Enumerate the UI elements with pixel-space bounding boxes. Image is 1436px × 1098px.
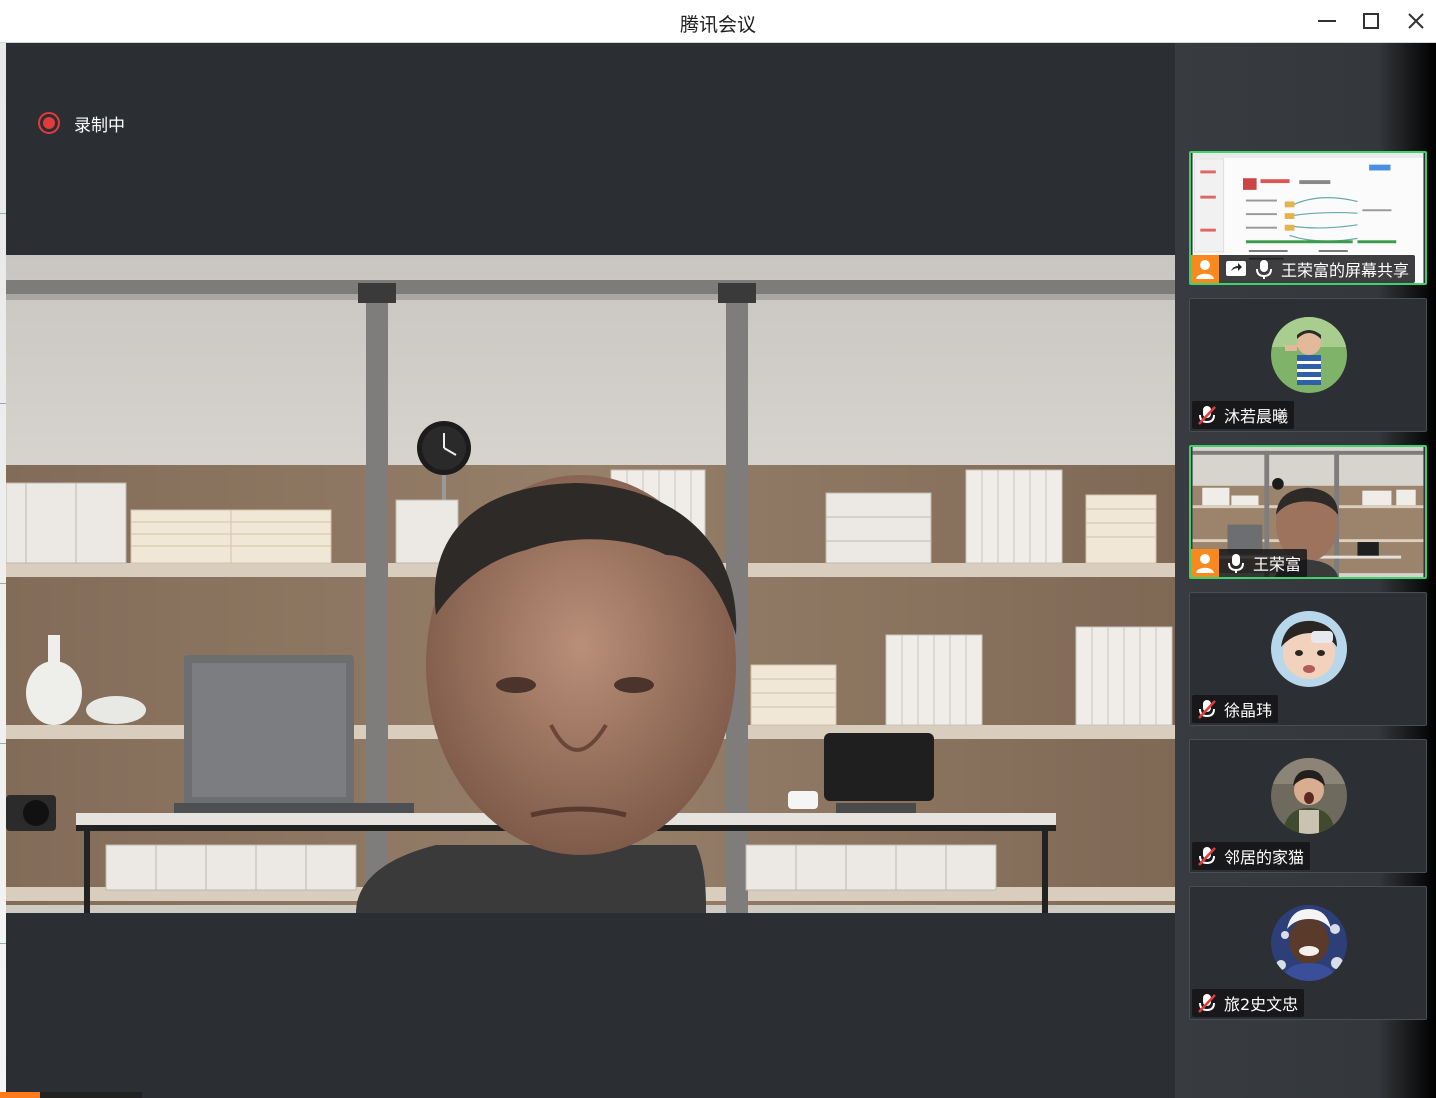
speaker-video-image xyxy=(6,255,1175,913)
recording-indicator[interactable]: 录制中 xyxy=(38,111,125,136)
participant-nameplate: 王荣富的屏幕共享 xyxy=(1191,255,1416,283)
meeting-window: 腾讯会议 录制中 王荣富的屏幕共享 沐若晨曦 王荣富 徐晶玮 邻居的家猫 旅2史… xyxy=(0,0,1436,1098)
participant-tile[interactable]: 徐晶玮 xyxy=(1189,592,1427,726)
participant-panel: 王荣富的屏幕共享 沐若晨曦 王荣富 徐晶玮 邻居的家猫 旅2史文忠 xyxy=(1175,43,1436,1098)
participant-name: 旅2史文忠 xyxy=(1224,995,1299,1014)
main-video[interactable] xyxy=(6,255,1175,913)
participant-tile[interactable]: 旅2史文忠 xyxy=(1189,886,1427,1020)
participant-name: 邻居的家猫 xyxy=(1224,848,1305,867)
minimize-icon xyxy=(1318,20,1336,22)
main-stage: 录制中 xyxy=(6,43,1175,1098)
record-dot-icon xyxy=(38,112,60,134)
avatar xyxy=(1271,611,1347,687)
participant-tile[interactable]: 沐若晨曦 xyxy=(1189,298,1427,432)
mic-muted-icon xyxy=(1198,406,1216,425)
title-bar: 腾讯会议 xyxy=(0,0,1436,43)
participant-name: 王荣富的屏幕共享 xyxy=(1281,261,1410,280)
close-button[interactable] xyxy=(1400,6,1432,36)
host-icon xyxy=(1191,549,1219,577)
mic-muted-icon xyxy=(1198,847,1216,866)
minimize-button[interactable] xyxy=(1311,6,1343,36)
avatar xyxy=(1271,758,1347,834)
participant-name: 沐若晨曦 xyxy=(1224,407,1289,426)
window-title: 腾讯会议 xyxy=(679,14,756,36)
participant-nameplate: 邻居的家猫 xyxy=(1192,842,1311,870)
avatar xyxy=(1271,905,1347,981)
avatar xyxy=(1271,317,1347,393)
participant-nameplate: 王荣富 xyxy=(1191,549,1308,577)
screen-share-icon xyxy=(1226,261,1246,276)
bottom-progress-bar xyxy=(0,1092,142,1098)
participant-tile-screen-share[interactable]: 王荣富的屏幕共享 xyxy=(1189,151,1427,285)
close-icon xyxy=(1408,13,1424,29)
host-icon xyxy=(1191,255,1219,283)
participant-name: 徐晶玮 xyxy=(1224,701,1273,720)
participant-tile[interactable]: 邻居的家猫 xyxy=(1189,739,1427,873)
mic-muted-icon xyxy=(1198,994,1216,1013)
microphone-icon xyxy=(1256,260,1272,279)
microphone-icon xyxy=(1228,554,1244,573)
participant-nameplate: 徐晶玮 xyxy=(1192,695,1279,723)
participant-name: 王荣富 xyxy=(1253,555,1302,574)
recording-label: 录制中 xyxy=(74,115,125,136)
participant-nameplate: 旅2史文忠 xyxy=(1192,989,1305,1017)
maximize-button[interactable] xyxy=(1355,6,1387,36)
maximize-icon xyxy=(1363,13,1379,29)
mic-muted-icon xyxy=(1198,700,1216,719)
participant-nameplate: 沐若晨曦 xyxy=(1192,401,1295,429)
participant-tile-video[interactable]: 王荣富 xyxy=(1189,445,1427,579)
